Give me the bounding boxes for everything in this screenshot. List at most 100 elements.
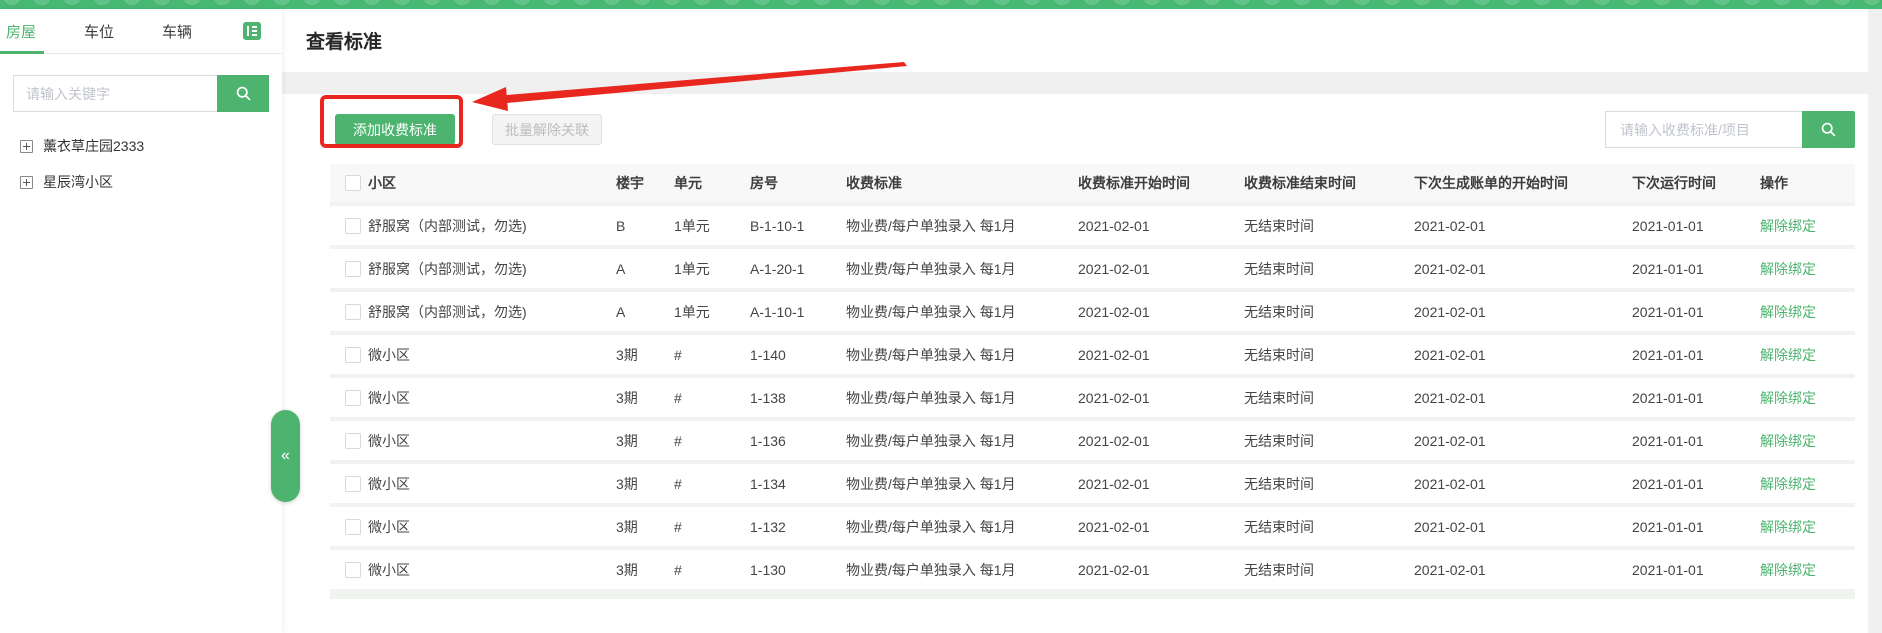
cell-fee-standard: 物业费/每户单独录入 每1月 — [842, 548, 1074, 593]
expand-plus-icon[interactable] — [20, 139, 33, 153]
toolbar: 添加收费标准 批量解除关联 — [330, 111, 1855, 148]
cell-community: 微小区 — [364, 333, 612, 378]
tree-item-community[interactable]: 星辰湾小区 — [0, 164, 282, 200]
select-all-checkbox[interactable] — [345, 175, 361, 191]
cell-room: 1-138 — [746, 376, 842, 421]
cell-room: 1-130 — [746, 548, 842, 593]
sidebar-search — [13, 75, 269, 112]
sidebar-search-button[interactable] — [217, 75, 269, 112]
header-checkbox-cell — [330, 164, 364, 206]
unbind-link[interactable]: 解除绑定 — [1760, 562, 1816, 578]
content-card: 添加收费标准 批量解除关联 请输入收费标准/项目 小区 楼宇 单元 房号 收费标… — [282, 94, 1868, 633]
table-row: 微小区 3期 # 1-136 物业费/每户单独录入 每1月 2021-02-01… — [330, 419, 1855, 464]
table-row: 微小区 3期 # 1-130 物业费/每户单独录入 每1月 2021-02-01… — [330, 548, 1855, 593]
cell-fee-standard: 物业费/每户单独录入 每1月 — [842, 419, 1074, 464]
sidebar-collapse-handle[interactable]: « — [271, 410, 300, 502]
cell-unit: 1单元 — [670, 247, 746, 292]
cell-community: 微小区 — [364, 462, 612, 507]
cell-unit: # — [670, 333, 746, 378]
column-header: 收费标准结束时间 — [1240, 164, 1410, 206]
row-checkbox[interactable] — [345, 260, 361, 277]
tree-item-community[interactable]: 薰衣草庄园2333 — [0, 128, 282, 164]
cell-action: 解除绑定 — [1756, 204, 1855, 249]
cell-end-date: 无结束时间 — [1240, 376, 1410, 421]
table-header-row: 小区 楼宇 单元 房号 收费标准 收费标准开始时间 收费标准结束时间 下次生成账单的开始时间下… — [330, 164, 1855, 206]
browser-top-bar — [0, 0, 1882, 9]
cell-next-bill-start-date: 2021-02-01 — [1410, 419, 1628, 464]
row-checkbox[interactable] — [345, 561, 361, 578]
tab-vehicles[interactable]: 车辆 — [162, 9, 192, 54]
unbind-link[interactable]: 解除绑定 — [1760, 261, 1816, 277]
cell-start-date: 2021-02-01 — [1074, 376, 1240, 421]
cell-action: 解除绑定 — [1756, 376, 1855, 421]
cell-action: 解除绑定 — [1756, 419, 1855, 464]
table-row: 舒服窝（内部测试，勿选) B 1单元 B-1-10-1 物业费/每户单独录入 每… — [330, 204, 1855, 249]
cell-fee-standard: 物业费/每户单独录入 每1月 — [842, 247, 1074, 292]
column-header: 下次生成账单的开始时间 — [1410, 164, 1628, 206]
cell-building: A — [612, 247, 670, 292]
cell-action: 解除绑定 — [1756, 462, 1855, 507]
cell-next-run-date: 2021-01-01 — [1628, 376, 1756, 421]
unbind-link[interactable]: 解除绑定 — [1760, 476, 1816, 492]
cell-community: 舒服窝（内部测试，勿选) — [364, 290, 612, 335]
cell-unit: # — [670, 548, 746, 593]
cell-next-bill-start-date: 2021-02-01 — [1410, 548, 1628, 593]
expand-plus-icon[interactable] — [20, 175, 33, 189]
row-checkbox[interactable] — [345, 475, 361, 492]
cell-action: 解除绑定 — [1756, 247, 1855, 292]
cell-community: 舒服窝（内部测试，勿选) — [364, 247, 612, 292]
cell-building: 3期 — [612, 462, 670, 507]
cell-end-date: 无结束时间 — [1240, 333, 1410, 378]
unbind-link[interactable]: 解除绑定 — [1760, 390, 1816, 406]
cell-next-bill-start-date: 2021-02-01 — [1410, 376, 1628, 421]
keyword-search-input[interactable] — [13, 75, 217, 112]
row-checkbox[interactable] — [345, 346, 361, 363]
cell-next-run-date: 2021-01-01 — [1628, 204, 1756, 249]
unbind-link[interactable]: 解除绑定 — [1760, 218, 1816, 234]
tab-houses[interactable]: 房屋 — [0, 9, 45, 54]
cell-next-bill-start-date: 2021-02-01 — [1410, 204, 1628, 249]
row-checkbox-cell — [330, 505, 364, 550]
tab-parking[interactable]: 车位 — [84, 9, 114, 54]
sidebar-tabs: 房屋 车位 车辆 — [0, 9, 282, 54]
row-checkbox[interactable] — [345, 389, 361, 406]
cell-next-run-date: 2021-01-01 — [1628, 548, 1756, 593]
tree-item-label: 星辰湾小区 — [43, 174, 113, 190]
row-checkbox-cell — [330, 247, 364, 292]
add-fee-standard-button[interactable]: 添加收费标准 — [335, 114, 455, 145]
cell-unit: # — [670, 376, 746, 421]
cell-community: 舒服窝（内部测试，勿选) — [364, 204, 612, 249]
layout-panel-icon[interactable] — [243, 22, 261, 40]
row-checkbox-cell — [330, 548, 364, 593]
standard-search-input[interactable] — [1605, 111, 1802, 148]
row-checkbox-cell — [330, 462, 364, 507]
cell-next-run-date: 2021-01-01 — [1628, 290, 1756, 335]
collapse-chevrons-icon: « — [281, 447, 290, 464]
standard-search-button[interactable] — [1802, 111, 1855, 148]
unbind-link[interactable]: 解除绑定 — [1760, 347, 1816, 363]
unbind-link[interactable]: 解除绑定 — [1760, 433, 1816, 449]
cell-unit: # — [670, 462, 746, 507]
cell-fee-standard: 物业费/每户单独录入 每1月 — [842, 505, 1074, 550]
unbind-link[interactable]: 解除绑定 — [1760, 519, 1816, 535]
cell-unit: 1单元 — [670, 290, 746, 335]
cell-next-run-date: 2021-01-01 — [1628, 247, 1756, 292]
column-header: 收费标准 — [842, 164, 1074, 206]
row-checkbox[interactable] — [345, 518, 361, 535]
cell-building: 3期 — [612, 505, 670, 550]
column-header: 小区 — [364, 164, 612, 206]
row-checkbox[interactable] — [345, 217, 361, 234]
cell-start-date: 2021-02-01 — [1074, 290, 1240, 335]
fee-standards-table: 小区 楼宇 单元 房号 收费标准 收费标准开始时间 收费标准结束时间 下次生成账单的开始时间下… — [330, 164, 1855, 593]
cell-room: 1-134 — [746, 462, 842, 507]
cell-next-run-date: 2021-01-01 — [1628, 333, 1756, 378]
row-checkbox[interactable] — [345, 432, 361, 449]
row-checkbox[interactable] — [345, 303, 361, 320]
cell-community: 微小区 — [364, 419, 612, 464]
cell-start-date: 2021-02-01 — [1074, 505, 1240, 550]
unbind-link[interactable]: 解除绑定 — [1760, 304, 1816, 320]
batch-unlink-button[interactable]: 批量解除关联 — [492, 114, 602, 145]
main-area: « 查看标准 添加收费标准 批量解除关联 请输入收费标准/项目 小区 楼宇 单元… — [271, 9, 1882, 633]
row-checkbox-cell — [330, 419, 364, 464]
cell-room: A-1-10-1 — [746, 290, 842, 335]
